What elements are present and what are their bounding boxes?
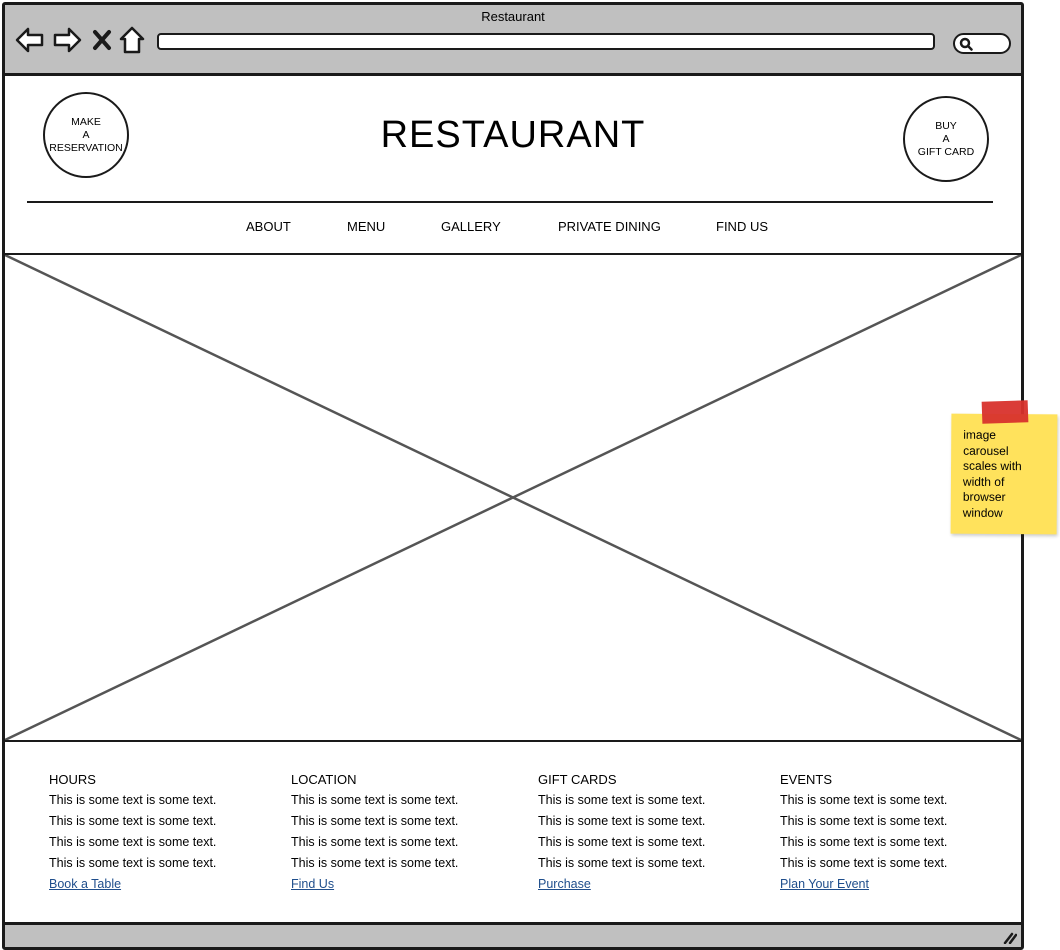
footer-text-line: This is some text is some text. bbox=[291, 793, 459, 807]
annotation-sticky-note: image carousel scales with width of brow… bbox=[950, 413, 1058, 535]
forward-arrow-icon bbox=[53, 27, 82, 53]
nav-item-gallery[interactable]: GALLERY bbox=[441, 219, 501, 234]
close-icon bbox=[93, 30, 111, 50]
footer-text-line: This is some text is some text. bbox=[538, 814, 706, 828]
footer-column-events: EVENTS This is some text is some text. T… bbox=[780, 769, 947, 895]
footer-text-line: This is some text is some text. bbox=[538, 835, 706, 849]
address-bar[interactable] bbox=[157, 33, 935, 50]
nav-item-about[interactable]: ABOUT bbox=[246, 219, 291, 234]
forward-button[interactable] bbox=[52, 25, 82, 55]
footer-text-line: This is some text is some text. bbox=[538, 793, 706, 807]
footer-text-line: This is some text is some text. bbox=[49, 814, 217, 828]
footer-text-line: This is some text is some text. bbox=[538, 856, 706, 870]
footer-text-line: This is some text is some text. bbox=[291, 856, 459, 870]
search-button[interactable] bbox=[953, 33, 1011, 54]
footer-column-hours: HOURS This is some text is some text. Th… bbox=[49, 769, 216, 895]
footer-column-location: LOCATION This is some text is some text.… bbox=[291, 769, 458, 895]
footer-heading: HOURS bbox=[49, 772, 96, 787]
back-arrow-icon bbox=[15, 27, 44, 53]
search-icon bbox=[959, 37, 973, 51]
plan-your-event-link[interactable]: Plan Your Event bbox=[780, 877, 869, 891]
header-divider bbox=[27, 201, 993, 203]
nav-item-find-us[interactable]: FIND US bbox=[716, 219, 768, 234]
resize-grip-icon[interactable] bbox=[1003, 932, 1017, 944]
book-a-table-link[interactable]: Book a Table bbox=[49, 877, 121, 891]
window-title: Restaurant bbox=[481, 9, 545, 24]
sticky-note-tape bbox=[981, 400, 1029, 424]
footer-text-line: This is some text is some text. bbox=[291, 835, 459, 849]
site-footer: HOURS This is some text is some text. Th… bbox=[5, 742, 1021, 919]
browser-statusbar bbox=[5, 922, 1021, 947]
footer-text-line: This is some text is some text. bbox=[49, 793, 217, 807]
main-navigation: ABOUT MENU GALLERY PRIVATE DINING FIND U… bbox=[5, 219, 1021, 239]
home-icon bbox=[119, 26, 145, 54]
footer-text-line: This is some text is some text. bbox=[291, 814, 459, 828]
image-carousel[interactable] bbox=[5, 255, 1021, 742]
site-header: MAKE A RESERVATION RESTAURANT BUY A GIFT… bbox=[5, 76, 1021, 255]
purchase-link[interactable]: Purchase bbox=[538, 877, 591, 891]
footer-heading: GIFT CARDS bbox=[538, 772, 617, 787]
home-button[interactable] bbox=[117, 25, 147, 55]
browser-window: Restaurant MAKE A RESERVATION RESTAURANT… bbox=[2, 2, 1024, 950]
buy-gift-card-button[interactable]: BUY A GIFT CARD bbox=[903, 96, 989, 182]
browser-titlebar: Restaurant bbox=[5, 5, 1021, 76]
footer-text-line: This is some text is some text. bbox=[49, 856, 217, 870]
footer-column-gift-cards: GIFT CARDS This is some text is some tex… bbox=[538, 769, 705, 895]
stop-button[interactable] bbox=[87, 25, 117, 55]
find-us-link[interactable]: Find Us bbox=[291, 877, 334, 891]
nav-item-private-dining[interactable]: PRIVATE DINING bbox=[558, 219, 661, 234]
footer-text-line: This is some text is some text. bbox=[49, 835, 217, 849]
footer-text-line: This is some text is some text. bbox=[780, 835, 948, 849]
back-button[interactable] bbox=[15, 25, 45, 55]
footer-text-line: This is some text is some text. bbox=[780, 814, 948, 828]
restaurant-logo-title: RESTAURANT bbox=[380, 114, 646, 156]
footer-text-line: This is some text is some text. bbox=[780, 856, 948, 870]
image-placeholder bbox=[5, 255, 1021, 740]
footer-heading: EVENTS bbox=[780, 772, 833, 787]
footer-text-line: This is some text is some text. bbox=[780, 793, 948, 807]
nav-item-menu[interactable]: MENU bbox=[347, 219, 385, 234]
footer-heading: LOCATION bbox=[291, 772, 357, 787]
